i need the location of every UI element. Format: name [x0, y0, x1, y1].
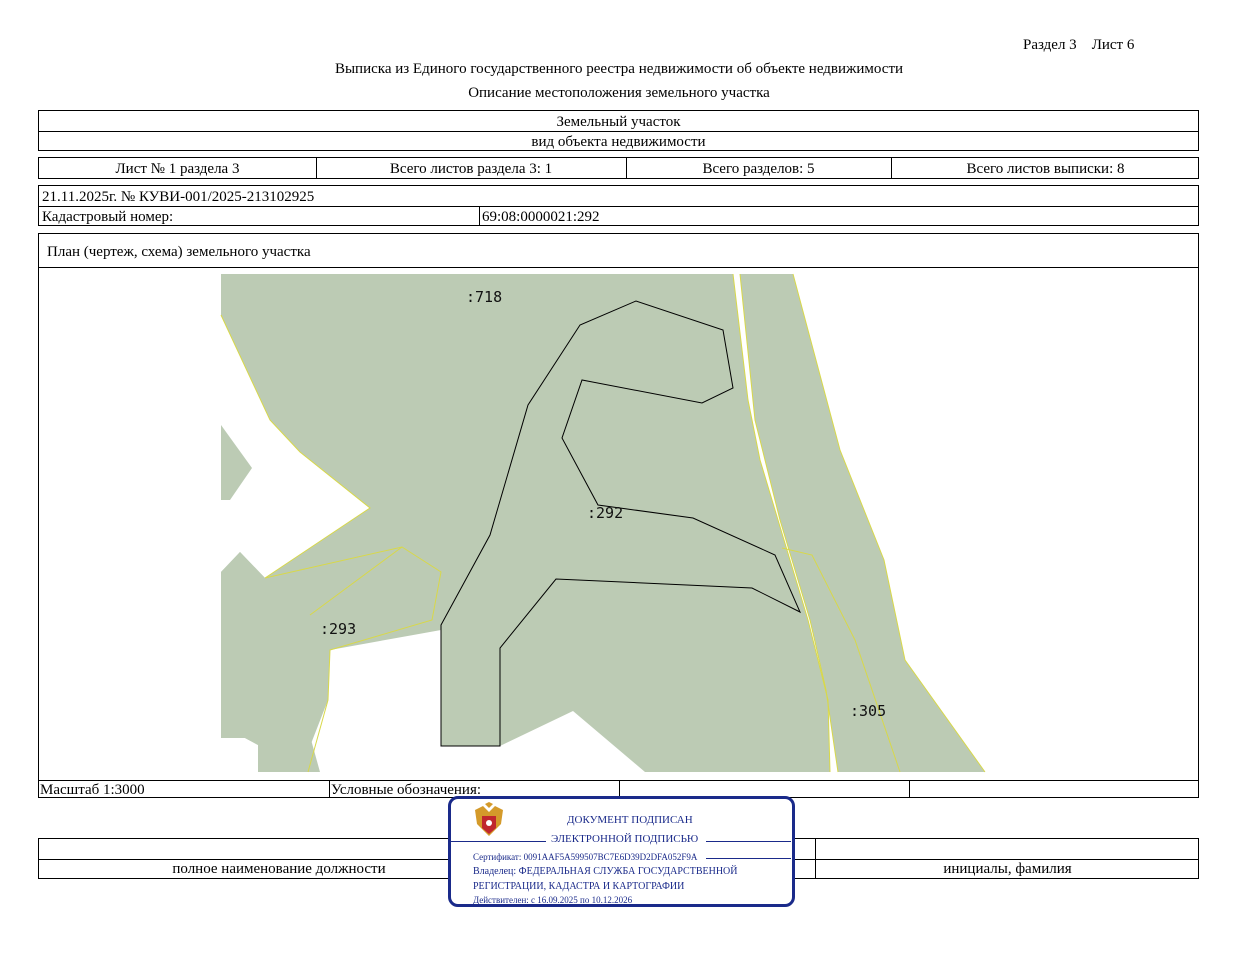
position-caption: полное наименование должности — [172, 861, 386, 877]
stamp-line1: ДОКУМЕНТ ПОДПИСАН — [567, 814, 693, 826]
stamp-divider — [706, 858, 791, 859]
label-292: :292 — [587, 504, 623, 522]
stamp-divider — [706, 841, 791, 842]
scale-label: Масштаб 1:3000 — [40, 782, 145, 798]
coat-of-arms-icon — [475, 802, 503, 836]
stamp-owner1: Владелец: ФЕДЕРАЛЬНАЯ СЛУЖБА ГОСУДАРСТВЕ… — [473, 866, 738, 877]
stamp-owner2: РЕГИСТРАЦИИ, КАДАСТРА И КАРТОГРАФИИ — [473, 881, 685, 892]
divider — [909, 781, 910, 797]
stamp-line2: ЭЛЕКТРОННОЙ ПОДПИСЬЮ — [551, 833, 699, 845]
stamp-certificate: Сертификат: 0091AAF5A599507BC7E6D39D2DFA… — [473, 852, 698, 862]
stamp-divider — [451, 841, 546, 842]
divider — [619, 781, 620, 797]
label-293: :293 — [320, 620, 356, 638]
name-caption: инициалы, фамилия — [943, 861, 1072, 877]
parcel-area-293 — [221, 547, 441, 772]
signature-stamp: ДОКУМЕНТ ПОДПИСАН ЭЛЕКТРОННОЙ ПОДПИСЬЮ С… — [448, 796, 795, 907]
label-718: :718 — [466, 288, 502, 306]
parcel-area-small — [221, 425, 252, 500]
label-305: :305 — [850, 702, 886, 720]
stamp-valid: Действителен: с 16.09.2025 по 10.12.2026 — [473, 895, 633, 905]
divider — [329, 781, 330, 797]
